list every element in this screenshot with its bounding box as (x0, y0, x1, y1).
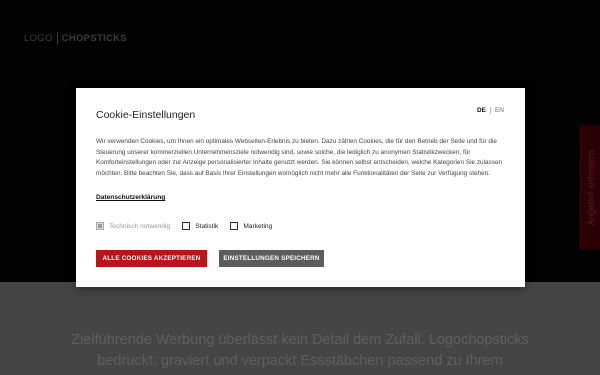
checkbox-marketing[interactable]: Marketing (230, 222, 272, 230)
intro-headline: Zielführende Werbung überlässt kein Deta… (71, 332, 529, 369)
logo-bold-text: CHOPSTICKS (61, 33, 127, 44)
privacy-policy-link[interactable]: Datenschutzerklärung (96, 194, 165, 201)
cookie-categories: Technisch notwendig Statistik Marketing (96, 222, 284, 230)
checkbox-label-statistik: Statistik (195, 222, 219, 230)
language-en[interactable]: EN (495, 107, 504, 114)
save-settings-button[interactable]: EINSTELLUNGEN SPEICHERN (219, 250, 324, 267)
checkbox-label-marketing: Marketing (243, 222, 273, 230)
checkbox-box-marketing[interactable] (230, 222, 239, 230)
logo-light-text: LOGO (24, 33, 53, 44)
logo[interactable]: LOGO CHOPSTICKS (24, 32, 127, 45)
checkbox-box-statistik[interactable] (182, 222, 191, 230)
cookie-description: Wir verwenden Cookies, um Ihnen ein opti… (96, 138, 503, 177)
language-divider (489, 107, 491, 114)
checkbox-label-technisch-notwendig: Technisch notwendig (109, 222, 171, 230)
request-offer-label: Angebot anfordern (585, 150, 596, 225)
cookie-settings-modal: Cookie-Einstellungen DE EN Wir verwenden… (76, 88, 525, 287)
request-offer-tab[interactable]: Angebot anfordern (580, 125, 600, 250)
language-de[interactable]: DE (477, 107, 486, 114)
language-switcher: DE EN (477, 107, 504, 114)
checkbox-box-technisch-notwendig (96, 222, 104, 230)
checkbox-statistik[interactable]: Statistik (182, 222, 218, 230)
checkbox-technisch-notwendig: Technisch notwendig (96, 222, 170, 230)
logo-divider (56, 32, 58, 45)
accept-all-cookies-button[interactable]: ALLE COOKIES AKZEPTIEREN (96, 250, 207, 267)
modal-title: Cookie-Einstellungen (96, 109, 196, 121)
